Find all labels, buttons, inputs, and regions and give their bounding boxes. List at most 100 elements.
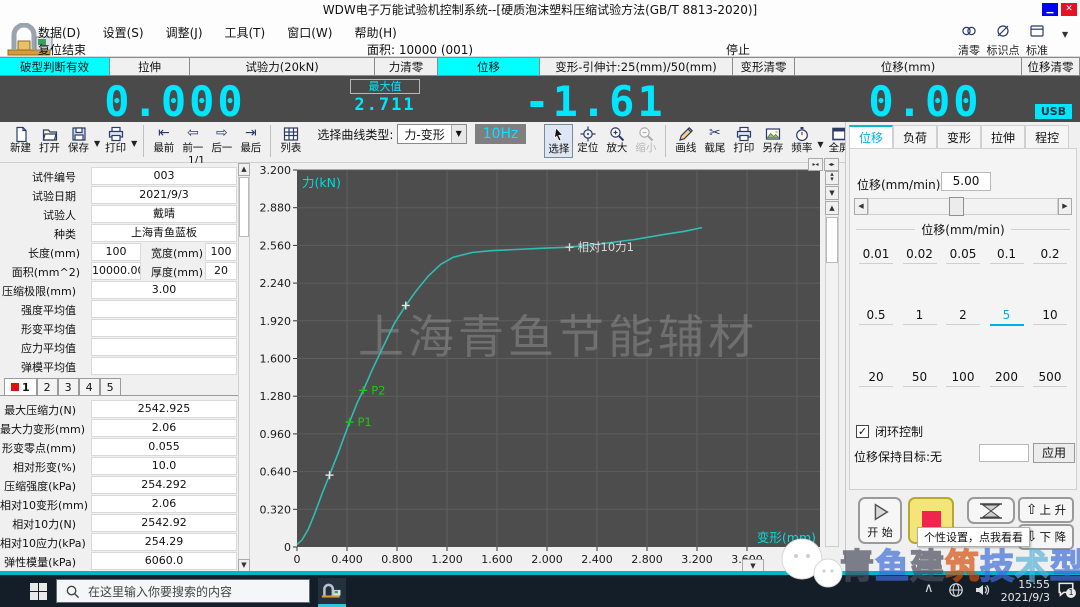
speed-input[interactable]: 5.00 [941,172,991,191]
display-header-4[interactable]: 位移 [438,57,540,76]
form-value[interactable]: 上海青鱼蓝板 [91,224,237,242]
speed-option-2[interactable]: 2 [942,308,984,326]
form-value-2[interactable]: 20 [205,262,237,280]
closed-loop-checkbox[interactable]: ✓ [856,425,869,438]
mark-point-button[interactable]: 标识点 [986,23,1020,58]
display-header-5[interactable]: 变形-引伸计:25(mm)/50(mm) [540,57,733,76]
menu-item-0[interactable]: 数据(D) [38,24,81,41]
toolbar-save-button[interactable]: 保存 [64,124,93,157]
chart-collapse-icon[interactable]: ▸◂ [808,158,823,171]
form-value[interactable] [91,338,237,356]
scroll-up-icon[interactable]: ▲ [238,163,250,176]
group-tab-2[interactable]: 2 [37,378,58,395]
speed-option-0.5[interactable]: 0.5 [855,308,897,326]
form-value[interactable]: 3.00 [91,281,237,299]
toolbar-zoom-in-button[interactable]: 放大 [602,124,631,158]
toolbar-print-curve-button[interactable]: 打印 [729,124,758,158]
speed-option-0.1[interactable]: 0.1 [986,247,1028,264]
hold-target-input[interactable] [979,444,1029,462]
toolbar-print-button[interactable]: 打印 [101,124,130,157]
display-header-0[interactable]: 破型判断有效 [0,57,110,76]
chart-scrollbar-thumb[interactable] [826,217,838,263]
group-tab-5[interactable]: 5 [100,378,121,395]
form-value[interactable] [91,319,237,337]
form-value[interactable]: 戴晴 [91,205,237,223]
form-value[interactable]: 10000.00 [91,262,141,280]
menu-item-2[interactable]: 调整(J) [166,24,203,41]
chart-split-icon[interactable]: ▴▾ [825,171,839,185]
form-value[interactable] [91,357,237,375]
speed-option-500[interactable]: 500 [1029,370,1071,387]
speed-option-0.05[interactable]: 0.05 [942,247,984,264]
taskbar-search[interactable]: 在这里输入你要搜索的内容 [56,579,310,603]
toolbar-new-button[interactable]: 新建 [6,124,35,157]
minimize-button[interactable]: ▁ [1042,3,1058,16]
display-header-1[interactable]: 拉伸 [110,57,190,76]
toolbar-prev-button[interactable]: ⇦前一 [178,124,207,157]
form-value[interactable]: 2021/9/3 [91,186,237,204]
chart-scroll-down-icon[interactable]: ▼ [825,186,839,200]
form-value[interactable]: 100 [91,243,141,261]
slider-thumb[interactable] [949,197,964,216]
speed-option-0.02[interactable]: 0.02 [899,247,941,264]
toolbar-list-button[interactable]: 列表 [276,124,305,157]
move-up-button[interactable]: ⇧ 上 升 [1018,497,1074,523]
slider-right-icon[interactable]: ▶ [1058,198,1072,215]
speed-option-200[interactable]: 200 [986,370,1028,387]
toolbar-print-caret-icon[interactable]: ▼ [131,139,137,148]
force-deformation-chart[interactable]: 上海青鱼节能辅材00.3200.6400.9601.2801.6001.9202… [250,163,845,575]
speed-option-0.2[interactable]: 0.2 [1029,247,1071,264]
apply-button[interactable]: 应用 [1033,443,1075,463]
taskbar-app-icon[interactable] [318,578,346,604]
scrollbar-thumb[interactable] [239,177,249,237]
form-value-2[interactable]: 100 [205,243,237,261]
menu-item-5[interactable]: 帮助(H) [354,24,396,41]
network-globe-icon[interactable] [948,582,964,598]
display-header-3[interactable]: 力清零 [375,57,438,76]
curve-type-select[interactable]: 力-变形 ▼ [397,124,466,144]
group-tab-4[interactable]: 4 [79,378,100,395]
toolbar-locate-button[interactable]: 定位 [573,124,602,158]
toolbar-last-button[interactable]: ⇥最后 [236,124,265,157]
control-tab-0[interactable]: 位移 [849,125,893,148]
toolbar-next-button[interactable]: ⇨后一 [207,124,236,157]
control-tab-1[interactable]: 负荷 [893,125,937,148]
notification-center-icon[interactable]: 1 [1057,580,1075,601]
speed-option-5[interactable]: 5 [986,308,1028,326]
group-tab-3[interactable]: 3 [58,378,79,395]
clear-zero-button[interactable]: 清零 [952,23,986,58]
toolbar-draw-line-button[interactable]: 画线 [671,124,700,158]
return-limit-button[interactable] [967,497,1015,524]
toolbar-trim-button[interactable]: ✂截尾 [700,124,729,158]
start-button[interactable]: 开 始 [858,497,902,544]
toolbar-first-button[interactable]: ⇤最前 [149,124,178,157]
speed-option-50[interactable]: 50 [899,370,941,387]
toolbar-frequency-button[interactable]: 频率 [787,124,816,158]
volume-icon[interactable] [974,582,990,598]
control-tab-3[interactable]: 拉伸 [981,125,1025,148]
form-value[interactable] [91,300,237,318]
clock[interactable]: 15:55 2021/9/3 [998,578,1050,604]
menu-item-4[interactable]: 窗口(W) [287,24,332,41]
display-header-6[interactable]: 变形清零 [733,57,795,76]
menu-item-3[interactable]: 工具(T) [225,24,266,41]
group-tab-1[interactable]: 1 [4,378,37,395]
speed-option-20[interactable]: 20 [855,370,897,387]
top-tools-caret-icon[interactable]: ▼ [1062,30,1068,39]
menu-item-1[interactable]: 设置(S) [103,24,144,41]
display-header-2[interactable]: 试验力(20kN) [190,57,375,76]
chart-scroll-up-icon[interactable]: ▲ [825,201,839,215]
close-button[interactable]: ✕ [1061,3,1077,16]
form-value[interactable]: 003 [91,167,237,185]
toolbar-select-button[interactable]: 选择 [544,124,573,158]
slider-left-icon[interactable]: ◀ [854,198,868,215]
speed-option-1[interactable]: 1 [899,308,941,326]
speed-option-0.01[interactable]: 0.01 [855,247,897,264]
standard-button[interactable]: 标准 [1020,23,1054,58]
toolbar-save-caret-icon[interactable]: ▼ [94,139,100,148]
control-tab-2[interactable]: 变形 [937,125,981,148]
windows-start-icon[interactable] [30,583,47,600]
toolbar-frequency-caret-icon[interactable]: ▼ [817,140,823,149]
display-header-7[interactable]: 位移(mm) [795,57,1022,76]
control-tab-4[interactable]: 程控 [1025,125,1069,148]
